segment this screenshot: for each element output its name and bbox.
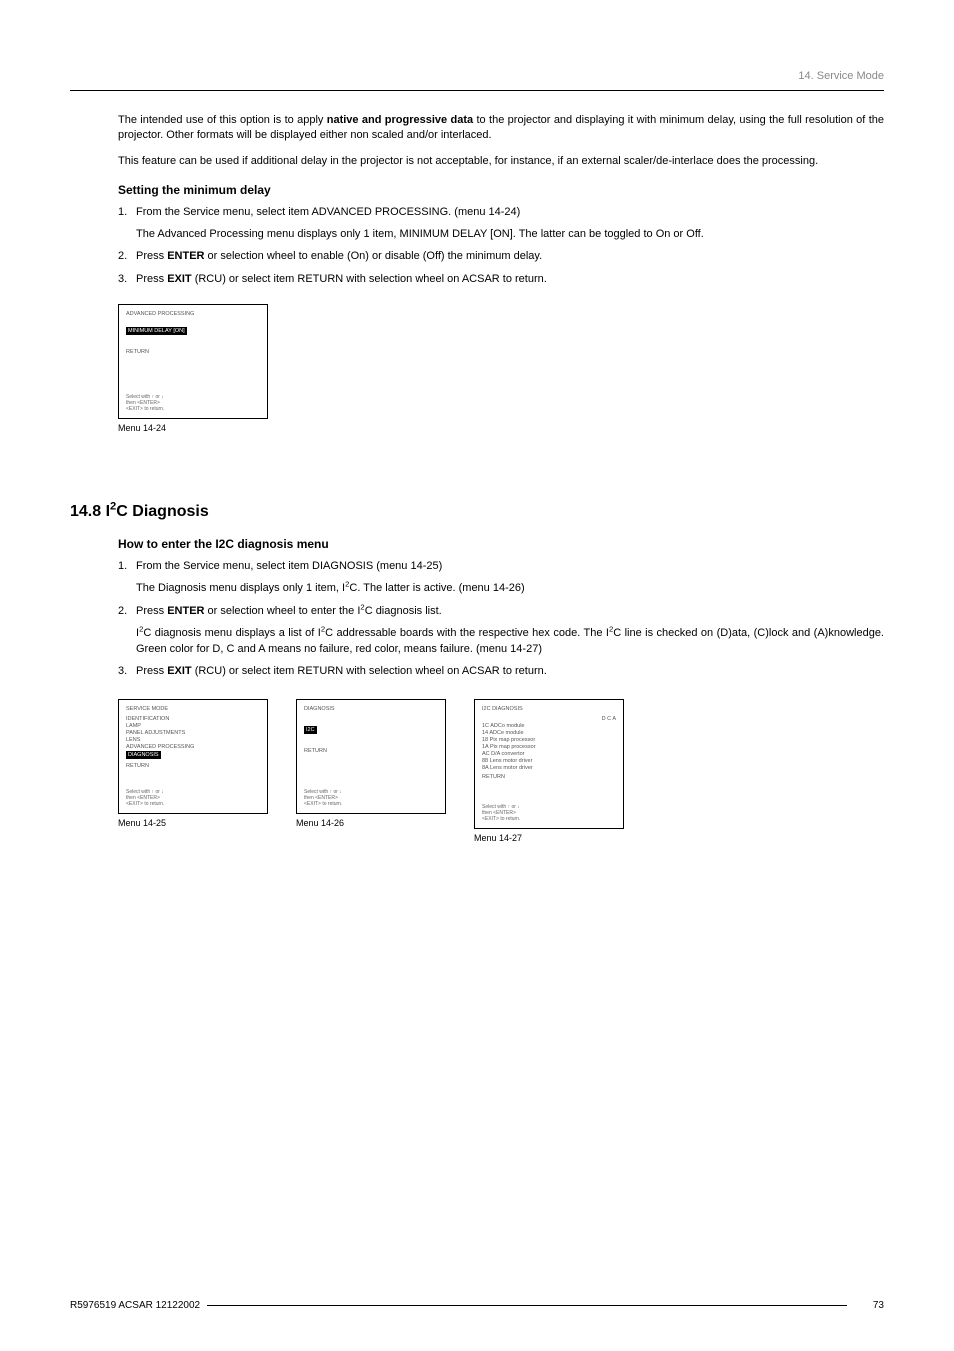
step-num: 2. xyxy=(118,604,136,619)
step-num: 2. xyxy=(118,249,136,264)
menu-26-title: DIAGNOSIS xyxy=(304,706,438,712)
sec2-s2sub-b: C diagnosis menu displays a list of I xyxy=(143,627,320,639)
menu-25-box: SERVICE MODE IDENTIFICATION LAMP PANEL A… xyxy=(118,699,268,814)
sec1-s2b: or selection wheel to enable (On) or dis… xyxy=(204,250,542,262)
menu-26-sel-row: I2C xyxy=(304,726,438,734)
menu-27-item: 88 Lens motor driver xyxy=(482,758,616,764)
sec2-s2c: C diagnosis list. xyxy=(365,605,442,617)
menu-25-return: RETURN xyxy=(126,763,260,769)
menu-26-selected: I2C xyxy=(304,726,317,734)
menu-26-foot: Select with ↑ or ↓ then <ENTER> <EXIT> t… xyxy=(304,789,438,807)
step-num: 3. xyxy=(118,272,136,287)
sec1-step1-sub: The Advanced Processing menu displays on… xyxy=(136,227,884,242)
intro-para-2: This feature can be used if additional d… xyxy=(118,154,884,169)
footer-page-num: 73 xyxy=(873,1300,884,1311)
menu-27-item: 8A Lens motor driver xyxy=(482,765,616,771)
menu-24-return: RETURN xyxy=(126,349,260,355)
content-body: The intended use of this option is to ap… xyxy=(70,113,884,863)
menu-25-caption: Menu 14-25 xyxy=(118,818,268,828)
menu-24-col: ADVANCED PROCESSING MINIMUM DELAY [ON] R… xyxy=(118,294,884,453)
sec1-s2-bold: ENTER xyxy=(167,250,204,262)
sec2-step3: 3.Press EXIT (RCU) or select item RETURN… xyxy=(118,664,884,679)
footer-doc-id: R5976519 ACSAR 12122002 xyxy=(70,1300,200,1311)
menu-26-box: DIAGNOSIS I2C RETURN Select with ↑ or ↓ … xyxy=(296,699,446,814)
sec2-step1: 1.From the Service menu, select item DIA… xyxy=(118,559,884,574)
menu-24-footc: <EXIT> to return. xyxy=(126,406,164,412)
footer-rule xyxy=(207,1305,847,1306)
intro-p1-bold: native and progressive data xyxy=(327,114,473,126)
step-num: 3. xyxy=(118,664,136,679)
sec1-s3b: (RCU) or select item RETURN with selecti… xyxy=(192,273,547,285)
menu-27-item: 1C ADCo module xyxy=(482,723,616,729)
menu-27-return: RETURN xyxy=(482,774,616,780)
sec2-step2-sub: I2C diagnosis menu displays a list of I2… xyxy=(136,626,884,657)
sec2-s2b: or selection wheel to enter the I xyxy=(204,605,360,617)
menu-27-caption: Menu 14-27 xyxy=(474,833,624,843)
intro-p1a: The intended use of this option is to ap… xyxy=(118,114,327,126)
sec2-s3b: (RCU) or select item RETURN with selecti… xyxy=(192,665,547,677)
sec2-step1-sub: The Diagnosis menu displays only 1 item,… xyxy=(136,581,884,596)
menu-27-dca: D C A xyxy=(482,716,616,722)
subhead-setting-delay: Setting the minimum delay xyxy=(118,183,884,197)
sec2-s1: From the Service menu, select item DIAGN… xyxy=(136,560,442,572)
sec1-s3-bold: EXIT xyxy=(167,273,191,285)
sec2-s2a: Press xyxy=(136,605,167,617)
page-footer: R5976519 ACSAR 12122002 73 xyxy=(70,1300,884,1311)
menu-27-item: 14 ADCe module xyxy=(482,730,616,736)
menu-24-title: ADVANCED PROCESSING xyxy=(126,311,260,317)
sec2-s2-bold: ENTER xyxy=(167,605,204,617)
sec2-s1sub-b: C. The latter is active. (menu 14-26) xyxy=(349,582,524,594)
menu-27-title: I2C DIAGNOSIS xyxy=(482,706,616,712)
menu-25-item: IDENTIFICATION xyxy=(126,716,260,722)
menu-row-25-27: SERVICE MODE IDENTIFICATION LAMP PANEL A… xyxy=(118,689,884,863)
sec2-s3a: Press xyxy=(136,665,167,677)
menu-27-item: AC D/A convertor xyxy=(482,751,616,757)
step-num: 1. xyxy=(118,205,136,220)
menu-27-col: I2C DIAGNOSIS D C A 1C ADCo module 14 AD… xyxy=(474,689,624,863)
sec2-s2sub-c: C addressable boards with the respective… xyxy=(325,627,609,639)
menu-24-caption: Menu 14-24 xyxy=(118,423,884,433)
sec1-step3: 3.Press EXIT (RCU) or select item RETURN… xyxy=(118,272,884,287)
menu-26-return: RETURN xyxy=(304,748,438,754)
menu-25-selected: DIAGNOSIS xyxy=(126,751,161,759)
section-14-8-head: 14.8 I2C Diagnosis xyxy=(70,503,884,521)
header-rule: 14. Service Mode xyxy=(70,60,884,91)
menu-27-footc: <EXIT> to return. xyxy=(482,816,520,822)
menu-26-caption: Menu 14-26 xyxy=(296,818,446,828)
menu-27-item: 18 Pix map processor xyxy=(482,737,616,743)
sec2-s3-bold: EXIT xyxy=(167,665,191,677)
menu-24-foot: Select with ↑ or ↓ then <ENTER> <EXIT> t… xyxy=(126,394,260,412)
menu-26-col: DIAGNOSIS I2C RETURN Select with ↑ or ↓ … xyxy=(296,689,446,863)
menu-25-item: LAMP xyxy=(126,723,260,729)
menu-24-selected: MINIMUM DELAY [ON] xyxy=(126,327,187,335)
menu-25-item: PANEL ADJUSTMENTS xyxy=(126,730,260,736)
step-num: 1. xyxy=(118,559,136,574)
menu-27-foot: Select with ↑ or ↓ then <ENTER> <EXIT> t… xyxy=(482,804,616,822)
sec2-step2: 2.Press ENTER or selection wheel to ente… xyxy=(118,604,884,619)
menu-27-item: 1A Pix map processor xyxy=(482,744,616,750)
menu-25-item: LENS xyxy=(126,737,260,743)
page: 14. Service Mode The intended use of thi… xyxy=(0,0,954,1351)
menu-25-footc: <EXIT> to return. xyxy=(126,801,164,807)
menu-25-item: ADVANCED PROCESSING xyxy=(126,744,260,750)
menu-25-col: SERVICE MODE IDENTIFICATION LAMP PANEL A… xyxy=(118,689,268,863)
menu-25-title: SERVICE MODE xyxy=(126,706,260,712)
sec1-s2a: Press xyxy=(136,250,167,262)
menu-24-box: ADVANCED PROCESSING MINIMUM DELAY [ON] R… xyxy=(118,304,268,419)
sec1-s3a: Press xyxy=(136,273,167,285)
sec2-head-a: 14.8 I xyxy=(70,503,110,520)
menu-26-footc: <EXIT> to return. xyxy=(304,801,342,807)
menu-25-foot: Select with ↑ or ↓ then <ENTER> <EXIT> t… xyxy=(126,789,260,807)
menu-25-sel-row: DIAGNOSIS xyxy=(126,751,260,759)
sec2-head-b: C Diagnosis xyxy=(116,503,208,520)
intro-para-1: The intended use of this option is to ap… xyxy=(118,113,884,143)
sec2-s1sub-a: The Diagnosis menu displays only 1 item,… xyxy=(136,582,345,594)
subhead-i2c-enter: How to enter the I2C diagnosis menu xyxy=(118,537,884,551)
menu-27-box: I2C DIAGNOSIS D C A 1C ADCo module 14 AD… xyxy=(474,699,624,829)
menu-24-sel-row: MINIMUM DELAY [ON] xyxy=(126,327,260,335)
sec1-step2: 2.Press ENTER or selection wheel to enab… xyxy=(118,249,884,264)
sec1-step1: 1.From the Service menu, select item ADV… xyxy=(118,205,884,220)
header-section: 14. Service Mode xyxy=(798,70,884,82)
sec1-s1: From the Service menu, select item ADVAN… xyxy=(136,206,520,218)
